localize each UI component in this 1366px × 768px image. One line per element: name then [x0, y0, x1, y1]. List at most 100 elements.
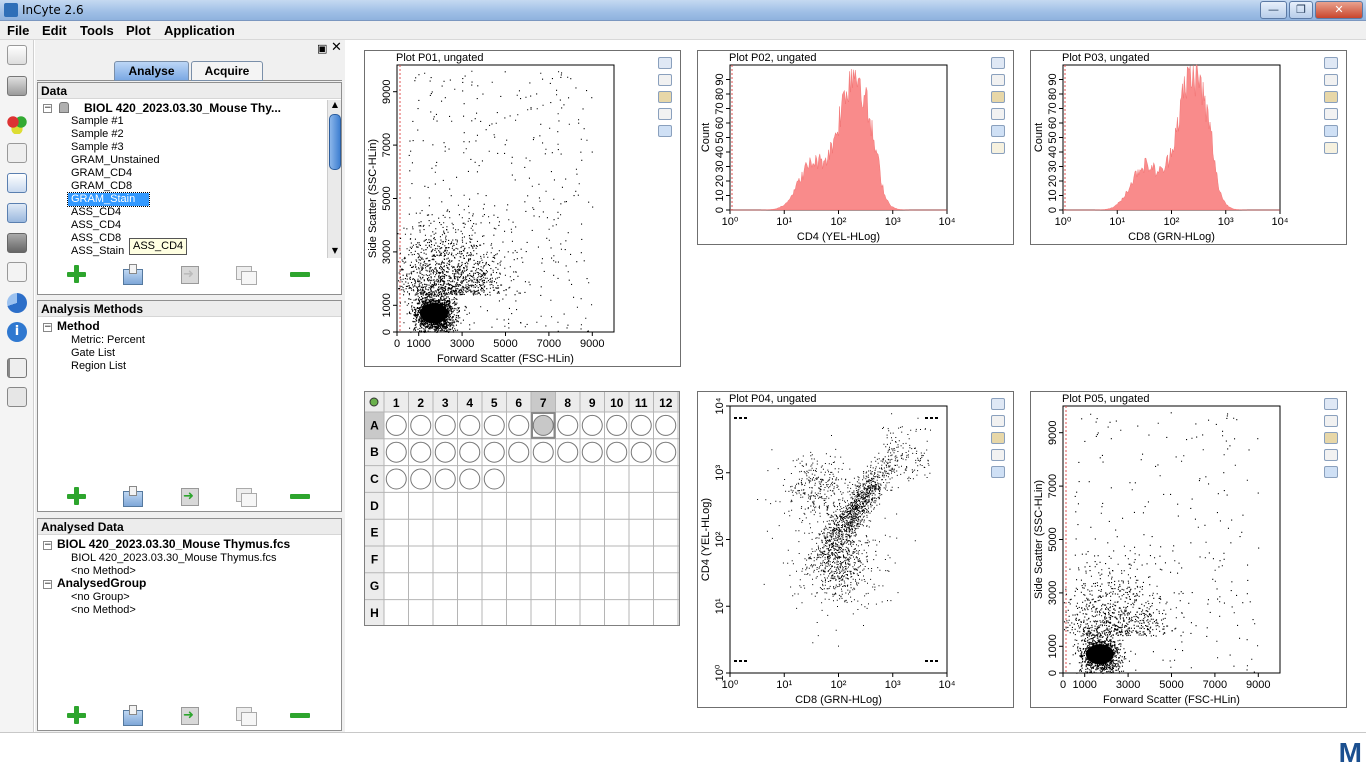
module-icon[interactable]: [7, 233, 27, 253]
menu-edit[interactable]: Edit: [42, 23, 67, 38]
export-icon[interactable]: [7, 143, 27, 163]
color-dots-icon[interactable]: [7, 114, 27, 134]
tab-acquire[interactable]: Acquire: [191, 61, 263, 81]
collapse-icon[interactable]: −: [43, 104, 52, 113]
row-header[interactable]: D: [370, 499, 379, 513]
column-header[interactable]: 10: [610, 396, 624, 410]
scrollbar-thumb[interactable]: [329, 114, 341, 170]
method-item[interactable]: Region List: [71, 360, 126, 373]
column-header[interactable]: 12: [659, 396, 673, 410]
notes-icon[interactable]: [991, 142, 1005, 154]
copy-button[interactable]: [233, 485, 257, 507]
plot-p03[interactable]: Plot P03, ungated 10⁰ 10¹ 10² 10³ 10⁴ 0 10 20 30 4…: [1030, 50, 1347, 245]
collapse-icon[interactable]: −: [43, 541, 52, 550]
column-header[interactable]: 9: [589, 396, 596, 410]
table-icon[interactable]: [991, 125, 1005, 137]
column-header[interactable]: 7: [540, 396, 547, 410]
sliders-icon[interactable]: [7, 358, 27, 378]
zoom-icon[interactable]: [991, 398, 1005, 410]
well[interactable]: [581, 414, 603, 436]
well[interactable]: [434, 441, 456, 463]
open-folder-button[interactable]: [120, 485, 144, 507]
instrument-icon[interactable]: [7, 76, 27, 96]
well[interactable]: [581, 441, 603, 463]
copy-icon[interactable]: [991, 415, 1005, 427]
menu-file[interactable]: File: [7, 23, 29, 38]
transfer-icon[interactable]: [7, 262, 27, 282]
copy-icon[interactable]: [658, 74, 672, 86]
well[interactable]: [385, 468, 407, 490]
well[interactable]: [385, 441, 407, 463]
well[interactable]: [385, 414, 407, 436]
well[interactable]: [655, 414, 677, 436]
data-item[interactable]: GRAM_CD4: [71, 167, 132, 180]
plot-p01[interactable]: Plot P01, ungated 0 1000 3000 5000 7000 9000 0 1…: [364, 50, 681, 367]
analysed-root-group[interactable]: AnalysedGroup: [57, 577, 146, 590]
row-header[interactable]: A: [370, 418, 379, 432]
well[interactable]: [532, 414, 554, 436]
apply-button[interactable]: [177, 704, 201, 726]
well[interactable]: [434, 468, 456, 490]
copy-icon[interactable]: [991, 74, 1005, 86]
well[interactable]: [606, 414, 628, 436]
table-icon[interactable]: [658, 125, 672, 137]
maximize-button[interactable]: ❐: [1289, 1, 1313, 19]
row-header[interactable]: C: [370, 472, 379, 486]
data-item[interactable]: Sample #1: [71, 115, 124, 128]
menu-plot[interactable]: Plot: [126, 23, 151, 38]
export-icon[interactable]: [991, 449, 1005, 461]
well[interactable]: [606, 441, 628, 463]
data-item[interactable]: Sample #2: [71, 128, 124, 141]
data-item[interactable]: ASS_CD8: [71, 232, 121, 245]
well[interactable]: [655, 441, 677, 463]
well[interactable]: [410, 441, 432, 463]
well[interactable]: [483, 468, 505, 490]
well[interactable]: [483, 441, 505, 463]
undock-icon[interactable]: ▣: [317, 42, 327, 55]
data-item[interactable]: GRAM_CD8: [71, 180, 132, 193]
data-item[interactable]: GRAM_Stain: [66, 192, 151, 207]
remove-button[interactable]: [288, 485, 312, 507]
plot-canvas[interactable]: 10⁰ 10¹ 10² 10³ 10⁴ 0 10 20 30 40 50 60 70 80 90 CD8 (G…: [1031, 51, 1306, 244]
well[interactable]: [410, 414, 432, 436]
remove-button[interactable]: [288, 263, 312, 285]
row-header[interactable]: B: [370, 445, 379, 459]
scroll-down-icon[interactable]: ▼: [329, 246, 341, 258]
well[interactable]: [508, 414, 530, 436]
column-header[interactable]: 6: [515, 396, 522, 410]
calendar-icon[interactable]: [7, 173, 27, 193]
close-button[interactable]: ✕: [1315, 1, 1363, 19]
notes-icon[interactable]: [1324, 142, 1338, 154]
table-icon[interactable]: [1324, 466, 1338, 478]
color-dots-icon[interactable]: [991, 91, 1005, 103]
well-plate-grid[interactable]: 1 2 3 4 5 6 7 8 9 10 11 12ABCDEFGH: [365, 392, 679, 627]
well[interactable]: [557, 441, 579, 463]
well[interactable]: [532, 441, 554, 463]
export-icon[interactable]: [1324, 449, 1338, 461]
data-item[interactable]: Sample #3: [71, 141, 124, 154]
plot-canvas[interactable]: 10⁰ 10¹ 10² 10³ 10⁴10⁰10¹10²10³10⁴CD8 (GRN-H…: [698, 392, 973, 707]
info-icon[interactable]: i: [7, 322, 27, 342]
add-button[interactable]: [64, 704, 88, 726]
well[interactable]: [410, 468, 432, 490]
method-item[interactable]: Metric: Percent: [71, 334, 145, 347]
copy-icon[interactable]: [1324, 74, 1338, 86]
collapse-icon[interactable]: −: [43, 323, 52, 332]
menu-tools[interactable]: Tools: [80, 23, 114, 38]
analysed-item[interactable]: <no Group>: [71, 591, 130, 604]
analysed-item[interactable]: <no Method>: [71, 604, 136, 617]
well[interactable]: [459, 441, 481, 463]
plot-canvas[interactable]: 0 1000 3000 5000 7000 9000 0 1000 3000 5000 7000 90…: [365, 51, 640, 366]
color-dots-icon[interactable]: [1324, 91, 1338, 103]
color-dots-icon[interactable]: [658, 91, 672, 103]
plate-settings-icon[interactable]: [369, 397, 379, 407]
column-header[interactable]: 5: [491, 396, 498, 410]
well[interactable]: [483, 414, 505, 436]
open-folder-button[interactable]: [120, 263, 144, 285]
row-header[interactable]: E: [370, 526, 378, 540]
well[interactable]: [630, 414, 652, 436]
apply-button[interactable]: [177, 485, 201, 507]
well[interactable]: [557, 414, 579, 436]
color-dots-icon[interactable]: [991, 432, 1005, 444]
column-header[interactable]: 2: [417, 396, 424, 410]
